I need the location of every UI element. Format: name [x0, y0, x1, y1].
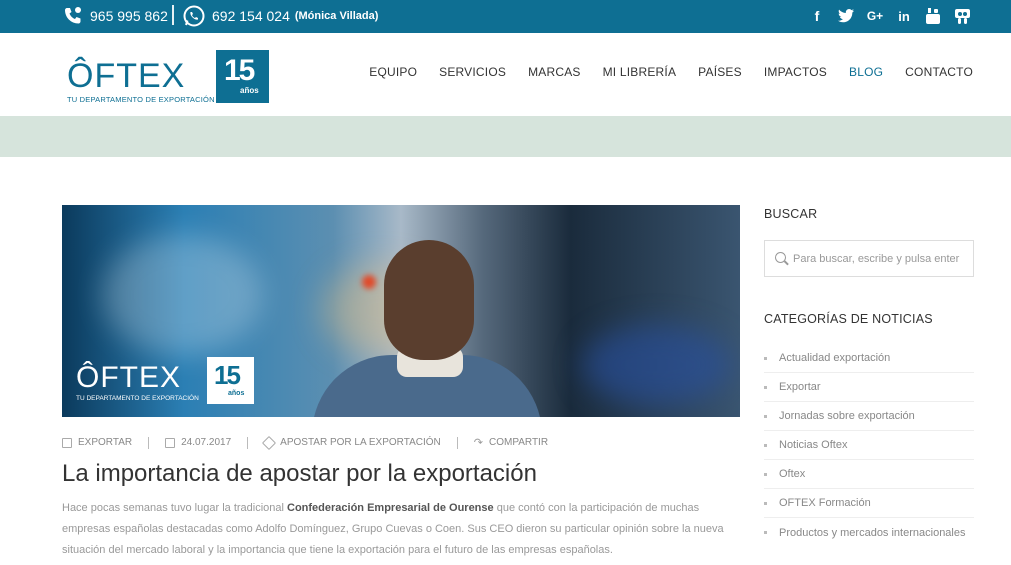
excerpt-text: Hace pocas semanas tuvo lugar la tradici… — [62, 502, 288, 514]
bokeh-light — [102, 235, 262, 355]
category-item[interactable]: Actualidad exportación — [764, 344, 974, 373]
site-header: ÔFTEX TU DEPARTAMENTO DE EXPORTACIÓN 15 … — [0, 33, 1011, 116]
nav-equipo[interactable]: EQUIPO — [369, 65, 417, 79]
category-item[interactable]: Productos y mercados internacionales — [764, 518, 974, 547]
image-logo-tagline: TU DEPARTAMENTO DE EXPORTACIÓN — [76, 395, 199, 402]
search-heading: BUSCAR — [764, 207, 818, 221]
nav-impactos[interactable]: IMPACTOS — [764, 65, 827, 79]
image-logo: ÔFTEX TU DEPARTAMENTO DE EXPORTACIÓN — [76, 361, 199, 403]
bullet-icon — [764, 501, 767, 505]
divider — [172, 5, 174, 25]
twitter-icon[interactable] — [837, 7, 855, 25]
nav-marcas[interactable]: MARCAS — [528, 65, 581, 79]
post-meta: EXPORTAR 24.07.2017 APOSTAR POR LA EXPOR… — [62, 435, 548, 450]
nav-blog[interactable]: BLOG — [849, 65, 883, 79]
post-featured-image[interactable]: ÔFTEX TU DEPARTAMENTO DE EXPORTACIÓN 15 … — [62, 205, 740, 417]
bullet-icon — [764, 443, 767, 447]
post-tag-label: APOSTAR POR LA EXPORTACIÓN — [280, 437, 441, 448]
category-label: Oftex — [779, 468, 806, 480]
image-anniversary-badge: 15 años — [207, 357, 254, 404]
category-item[interactable]: OFTEX Formación — [764, 489, 974, 518]
badge-number: 15 — [224, 54, 255, 87]
search-box[interactable] — [764, 240, 974, 277]
post-excerpt: Hace pocas semanas tuvo lugar la tradici… — [62, 498, 742, 561]
category-label: Actualidad exportación — [779, 352, 891, 364]
post-title[interactable]: La importancia de apostar por la exporta… — [62, 460, 537, 488]
excerpt-bold: Confederación Empresarial de Ourense — [287, 502, 494, 514]
bullet-icon — [764, 531, 767, 534]
facebook-icon[interactable]: f — [808, 7, 826, 25]
divider — [247, 436, 249, 449]
slideshare-icon[interactable] — [953, 7, 971, 25]
bullet-icon — [764, 472, 767, 476]
image-logo-wordmark: ÔFTEX — [76, 361, 182, 394]
category-item[interactable]: Exportar — [764, 373, 974, 402]
badge-sub: años — [240, 86, 259, 95]
logo-tagline: TU DEPARTAMENTO DE EXPORTACIÓN — [67, 95, 215, 104]
category-item[interactable]: Jornadas sobre exportación — [764, 402, 974, 431]
category-label: Exportar — [779, 381, 821, 393]
whatsapp-contact[interactable]: 692 154 024 (Mónica Villada) — [182, 3, 378, 29]
divider — [148, 436, 150, 449]
calendar-icon — [165, 437, 176, 448]
post-share-label: COMPARTIR — [488, 437, 549, 448]
category-label: Productos y mercados internacionales — [779, 526, 966, 539]
category-label: OFTEX Formación — [779, 497, 871, 509]
anniversary-badge: 15 años — [216, 50, 269, 103]
post-tag[interactable]: APOSTAR POR LA EXPORTACIÓN — [262, 435, 441, 450]
image-badge-number: 15 — [214, 360, 241, 390]
category-label: Jornadas sobre exportación — [779, 410, 915, 422]
share-icon: ↷ — [473, 437, 483, 449]
bullet-icon — [764, 385, 767, 389]
whatsapp-number: 692 154 024 — [212, 8, 290, 24]
nav-servicios[interactable]: SERVICIOS — [439, 65, 506, 79]
post-date-label: 24.07.2017 — [181, 437, 232, 448]
document-icon — [62, 437, 72, 448]
nav-mi-libreria[interactable]: MI LIBRERÍA — [603, 65, 677, 79]
social-links: f G+ in — [808, 6, 971, 26]
nav-contacto[interactable]: CONTACTO — [905, 65, 973, 79]
whatsapp-icon — [182, 4, 206, 28]
traffic-light — [362, 275, 376, 289]
contact-name: (Mónica Villada) — [294, 10, 379, 22]
post-date: 24.07.2017 — [165, 437, 231, 448]
site-logo[interactable]: ÔFTEX TU DEPARTAMENTO DE EXPORTACIÓN — [67, 59, 215, 104]
category-item[interactable]: Oftex — [764, 460, 974, 489]
title-band — [0, 116, 1011, 157]
post-category[interactable]: EXPORTAR — [62, 437, 132, 448]
search-icon — [775, 252, 786, 263]
bullet-icon — [764, 414, 767, 418]
person-head — [384, 240, 474, 360]
youtube-icon[interactable] — [924, 7, 942, 25]
linkedin-icon[interactable]: in — [895, 7, 913, 25]
category-label: Noticias Oftex — [779, 439, 848, 451]
image-badge-sub: años — [228, 390, 245, 397]
search-input[interactable] — [793, 249, 971, 269]
categories-heading: CATEGORÍAS DE NOTICIAS — [764, 312, 933, 326]
post-category-label: EXPORTAR — [78, 437, 133, 448]
phone-icon — [62, 5, 84, 27]
phone-number: 965 995 862 — [90, 8, 168, 24]
nav-paises[interactable]: PAÍSES — [698, 65, 742, 79]
phone-contact[interactable]: 965 995 862 — [62, 4, 168, 28]
logo-wordmark: ÔFTEX — [67, 57, 186, 95]
top-bar: 965 995 862 692 154 024 (Mónica Villada)… — [0, 0, 1011, 33]
category-item[interactable]: Noticias Oftex — [764, 431, 974, 460]
bokeh-light — [582, 325, 732, 405]
post-share[interactable]: ↷ COMPARTIR — [474, 436, 548, 449]
bullet-icon — [764, 356, 767, 360]
divider — [456, 436, 458, 449]
categories-list: Actualidad exportación Exportar Jornadas… — [764, 344, 974, 547]
google-plus-icon[interactable]: G+ — [866, 7, 884, 25]
tag-icon — [262, 435, 277, 450]
main-nav: EQUIPO SERVICIOS MARCAS MI LIBRERÍA PAÍS… — [369, 65, 973, 79]
